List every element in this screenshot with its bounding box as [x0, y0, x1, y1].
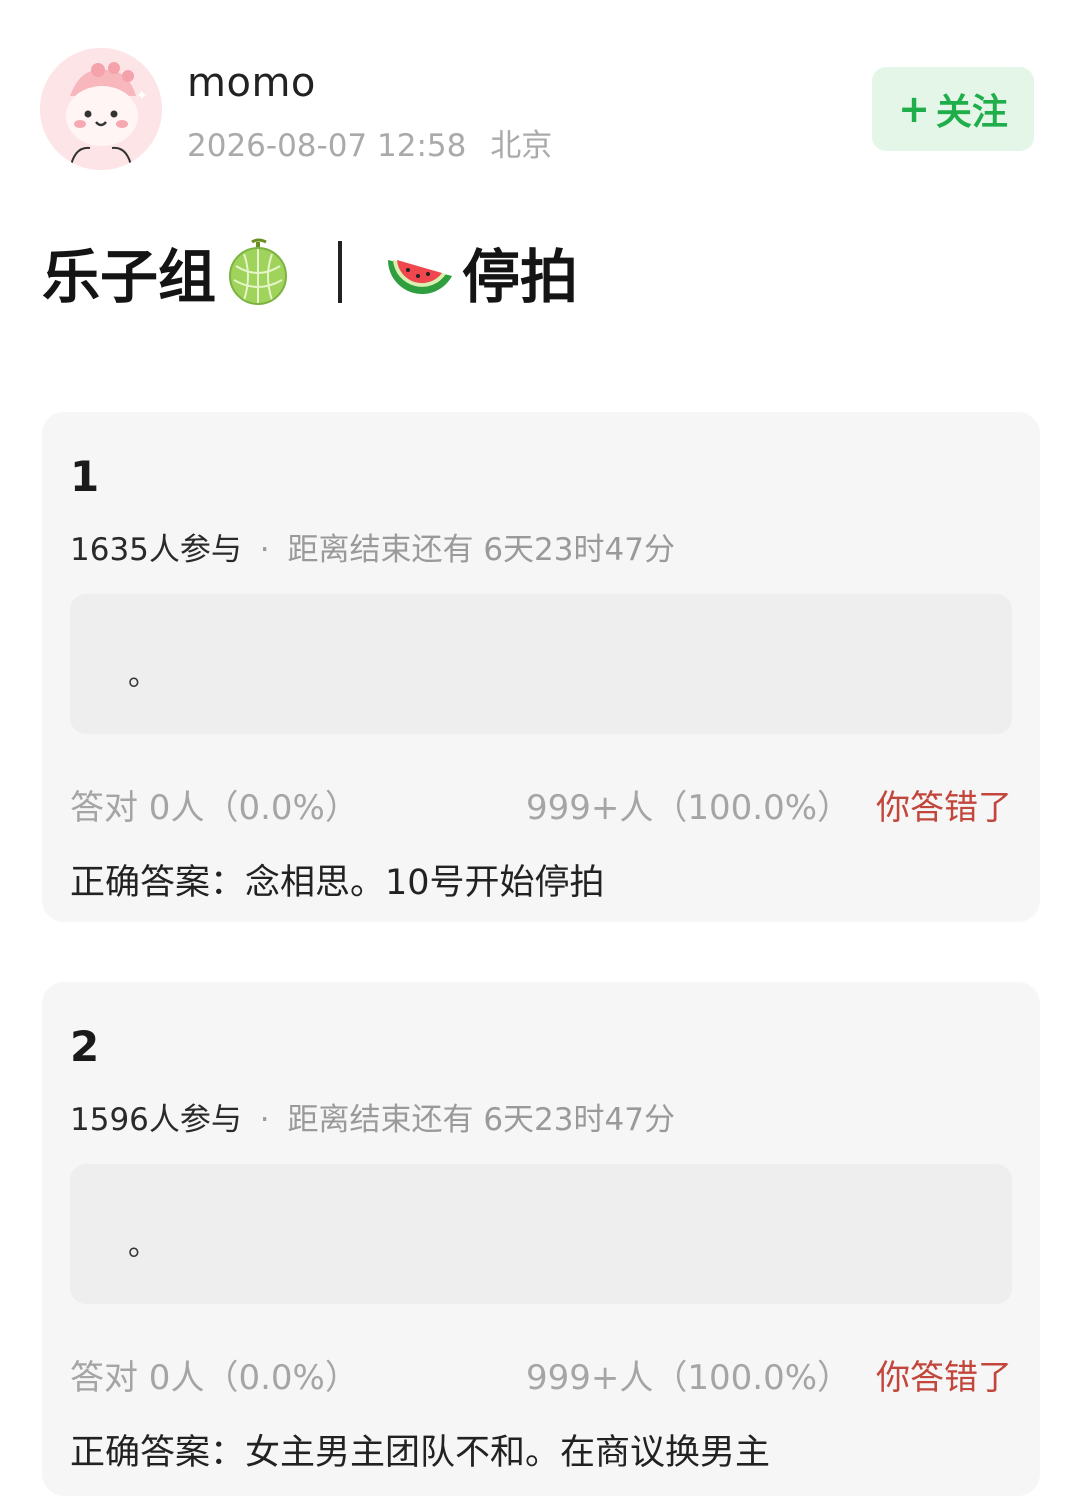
time-remaining: 距离结束还有 6天23时47分 [287, 532, 675, 568]
result-label: 你答错了 [876, 1358, 1012, 1398]
quiz-stats: 答对 0人（0.0%） 999+人（100.0%） 你答错了 [70, 1350, 1012, 1400]
username[interactable]: momo [187, 60, 316, 106]
other-stat: 999+人（100.0%） [526, 788, 852, 828]
other-stat: 999+人（100.0%） [526, 1358, 852, 1398]
result-label: 你答错了 [876, 788, 1012, 828]
info-separator: · [259, 532, 270, 568]
watermelon-icon [384, 236, 456, 308]
correct-answer: 正确答案：女主男主团队不和。在商议换男主 [70, 1433, 771, 1473]
quiz-stats: 答对 0人（0.0%） 999+人（100.0%） 你答错了 [70, 780, 1012, 830]
quiz-option[interactable]: 。 [70, 1164, 1012, 1304]
post-meta: 2026-08-07 12:58 北京 [187, 120, 566, 165]
participant-count: 1635人参与 [70, 532, 242, 568]
correct-answer: 正确答案：念相思。10号开始停拍 [70, 863, 605, 903]
post-title: 乐子组 停拍 [42, 232, 578, 312]
quiz-info: 1596人参与 · 距离结束还有 6天23时47分 [70, 1094, 675, 1139]
time-remaining: 距离结束还有 6天23时47分 [287, 1102, 675, 1138]
follow-label: 关注 [935, 92, 1008, 133]
correct-stat: 答对 0人（0.0%） [70, 788, 359, 828]
quiz-number: 1 [70, 452, 100, 501]
plus-icon: + [898, 87, 930, 131]
post-location: 北京 [490, 128, 553, 164]
post-datetime: 2026-08-07 12:58 [187, 128, 467, 164]
title-part1: 乐子组 [42, 243, 217, 311]
option-text: 。 [128, 1228, 158, 1263]
post-header: ✦ momo 2026-08-07 12:58 北京 + 关注 [0, 0, 1080, 190]
quiz-info: 1635人参与 · 距离结束还有 6天23时47分 [70, 524, 675, 569]
option-text: 。 [128, 658, 158, 693]
quiz-card: 1 1635人参与 · 距离结束还有 6天23时47分 。 答对 0人（0.0%… [42, 412, 1040, 922]
svg-text:✦: ✦ [136, 88, 148, 104]
participant-count: 1596人参与 [70, 1102, 242, 1138]
melon-icon [222, 236, 294, 308]
avatar-image: ✦ [40, 48, 162, 170]
quiz-card: 2 1596人参与 · 距离结束还有 6天23时47分 。 答对 0人（0.0%… [42, 982, 1040, 1496]
follow-button[interactable]: + 关注 [872, 67, 1034, 151]
correct-stat: 答对 0人（0.0%） [70, 1358, 359, 1398]
title-part2: 停拍 [462, 243, 579, 311]
quiz-number: 2 [70, 1022, 100, 1071]
avatar[interactable]: ✦ [40, 48, 162, 170]
quiz-option[interactable]: 。 [70, 594, 1012, 734]
title-separator [338, 241, 343, 303]
info-separator: · [259, 1102, 270, 1138]
